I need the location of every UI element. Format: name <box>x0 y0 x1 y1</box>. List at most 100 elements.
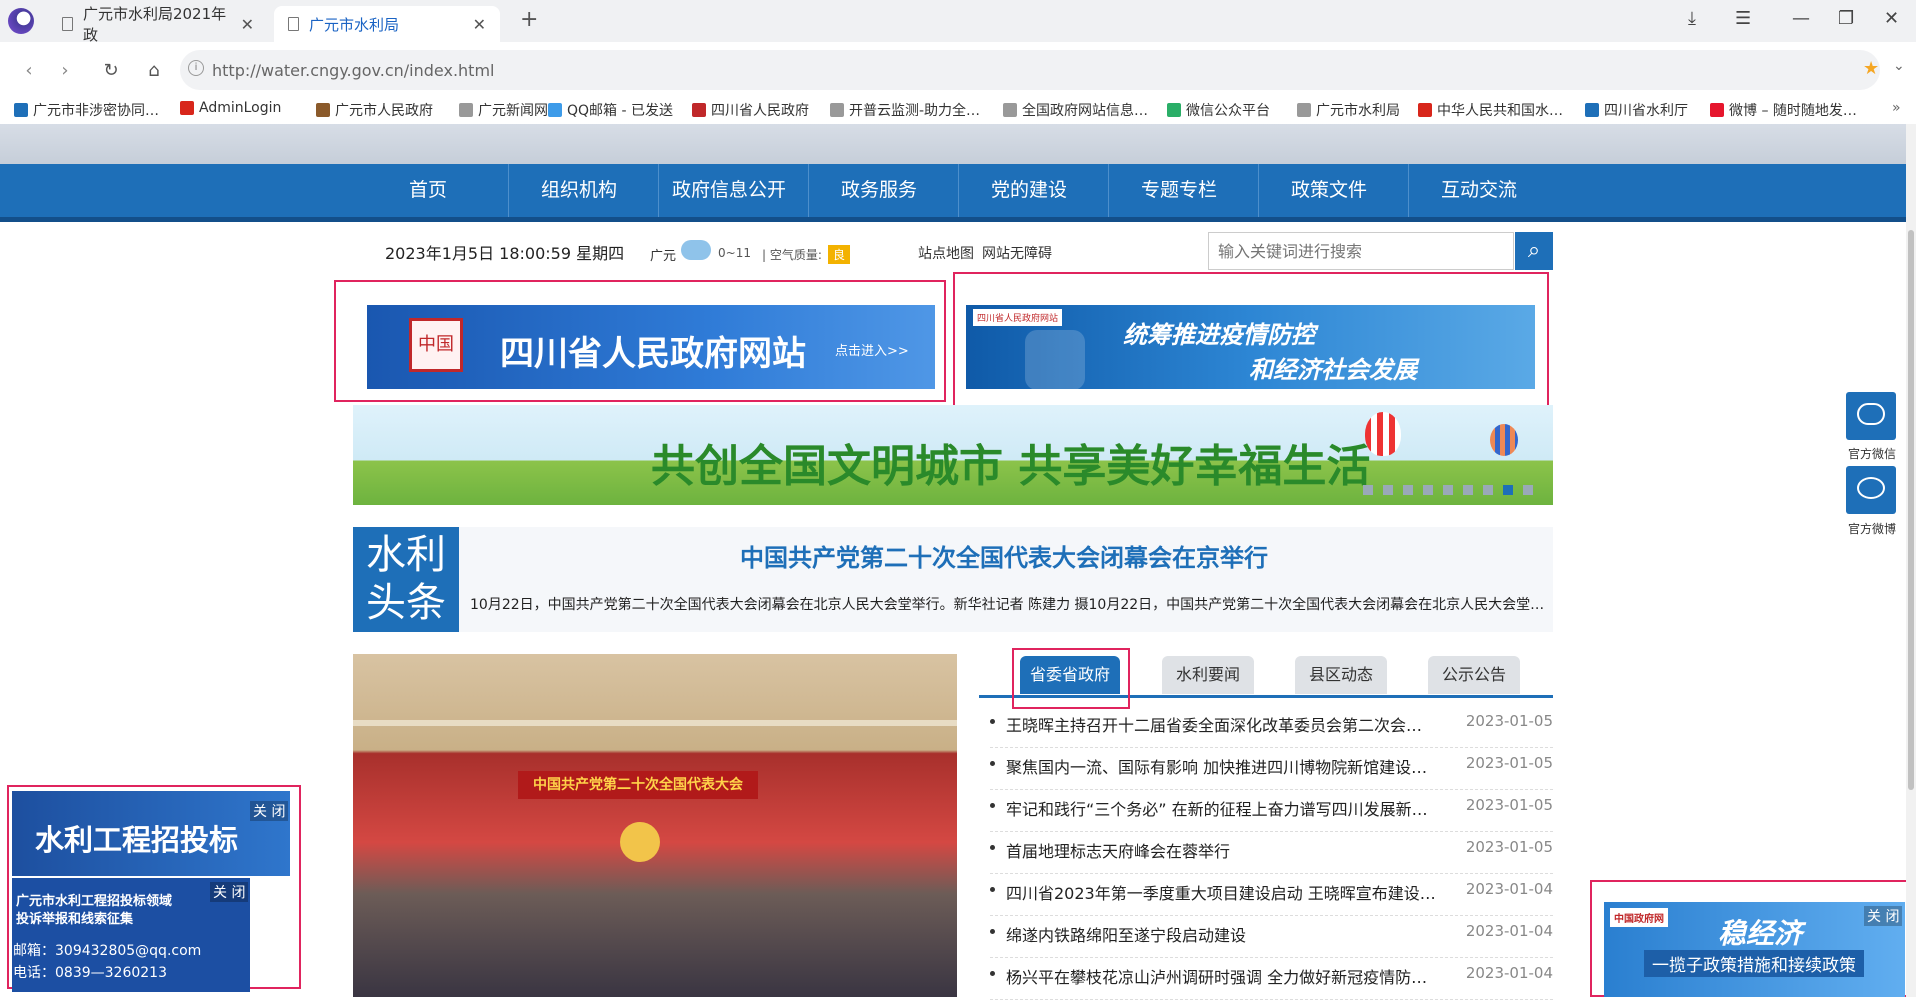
carousel-dot[interactable] <box>1523 485 1533 495</box>
menu-icon[interactable]: ☰ <box>1735 8 1751 29</box>
news-title[interactable]: 绵遂内铁路绵阳至遂宁段启动建设 <box>1006 922 1246 946</box>
news-title[interactable]: 王晓晖主持召开十二届省委全面深化改革委员会第二次会… <box>1006 712 1422 736</box>
bookmark-item[interactable]: 微博 – 随时随地发… <box>1710 100 1857 120</box>
bookmarks-more-icon[interactable]: » <box>1892 100 1901 116</box>
chevron-down-icon[interactable]: ⌄ <box>1893 58 1905 74</box>
carousel-dot[interactable] <box>1363 485 1373 495</box>
water-icon <box>1585 103 1599 117</box>
bullet-icon <box>990 845 995 850</box>
download-icon[interactable]: ⤓ <box>1688 8 1696 29</box>
news-item[interactable]: 王晓晖主持召开十二届省委全面深化改革委员会第二次会… 2023-01-05 <box>990 705 1553 748</box>
bookmark-item[interactable]: 广元市水利局 <box>1297 100 1400 120</box>
tab-label: 广元市水利局2021年政 <box>82 5 227 44</box>
close-report-panel-button[interactable]: 关 闭 <box>210 882 249 902</box>
sitemap-link[interactable]: 站点地图 <box>918 243 974 263</box>
news-title[interactable]: 杨兴平在攀枝花凉山泸州调研时强调 全力做好新冠疫情防… <box>1006 964 1427 988</box>
headline-title[interactable]: 中国共产党第二十次全国代表大会闭幕会在京举行 <box>740 538 1268 573</box>
nav-item[interactable]: 党的建设 <box>958 164 1099 217</box>
bookmark-item[interactable]: AdminLogin <box>180 100 281 116</box>
weibo-icon <box>1857 477 1885 499</box>
new-tab-button[interactable]: + <box>520 7 538 32</box>
carousel-dot[interactable] <box>1383 485 1393 495</box>
headline-badge-line1: 水利 <box>366 532 446 578</box>
emblem-icon <box>1418 103 1432 117</box>
bookmark-label: QQ邮箱 - 已发送 <box>567 103 673 119</box>
weibo-label: 官方微博 <box>1848 522 1897 536</box>
news-title[interactable]: 牢记和践行“三个务必” 在新的征程上奋力谱写四川发展新… <box>1006 796 1428 820</box>
close-stable-economy-button[interactable]: 关 闭 <box>1864 906 1903 926</box>
balloon-icon <box>1365 412 1401 456</box>
info-icon[interactable]: i <box>188 60 204 76</box>
weather-city: 广元 <box>650 249 677 264</box>
page-icon <box>830 103 844 117</box>
bookmark-item[interactable]: QQ邮箱 - 已发送 <box>548 100 673 120</box>
news-title[interactable]: 四川省2023年第一季度重大项目建设启动 王晓晖宣布建设… <box>1006 880 1436 904</box>
bookmark-label: 四川省水利厅 <box>1604 103 1688 119</box>
bookmark-label: 开普云监测-助力全… <box>849 103 981 119</box>
accessibility-link[interactable]: 网站无障碍 <box>982 243 1052 263</box>
search-button[interactable]: ⌕ <box>1515 232 1553 270</box>
nav-item[interactable]: 政府信息公开 <box>658 164 799 217</box>
search-input[interactable] <box>1208 232 1514 270</box>
wechat-button[interactable] <box>1846 392 1896 440</box>
bookmark-item[interactable]: 全国政府网站信息… <box>1003 100 1148 120</box>
nav-item[interactable]: 政策文件 <box>1258 164 1399 217</box>
sc-gov-enter-link[interactable]: 点击进入>> <box>835 340 909 359</box>
close-bidding-banner-button[interactable]: 关 闭 <box>250 801 289 821</box>
bookmark-item[interactable]: 广元新闻网 <box>459 100 548 120</box>
bookmark-label: AdminLogin <box>199 100 282 116</box>
nav-item[interactable]: 首页 <box>358 164 498 217</box>
carousel-dot[interactable] <box>1443 485 1453 495</box>
party-emblem-icon <box>620 822 660 862</box>
nav-item[interactable]: 专题专栏 <box>1108 164 1249 217</box>
news-item[interactable]: 绵遂内铁路绵阳至遂宁段启动建设 2023-01-04 <box>990 915 1553 958</box>
news-photo[interactable] <box>353 654 957 997</box>
scrollbar-thumb[interactable] <box>1908 230 1914 790</box>
news-date: 2023-01-05 <box>1465 796 1553 814</box>
back-icon[interactable]: ‹ <box>14 56 44 86</box>
tab-county-news[interactable]: 县区动态 <box>1295 656 1387 694</box>
bookmark-item[interactable]: 微信公众平台 <box>1167 100 1270 120</box>
bookmark-item[interactable]: 中华人民共和国水… <box>1418 100 1563 120</box>
star-icon[interactable]: ★ <box>1863 58 1879 79</box>
reload-icon[interactable]: ↻ <box>96 56 126 86</box>
photo-caption-banner: 中国共产党第二十次全国代表大会 <box>518 771 758 799</box>
news-title[interactable]: 聚焦国内一流、国际有影响 加快推进四川博物院新馆建设… <box>1006 754 1427 778</box>
tab-active[interactable]: 广元市水利局 ✕ <box>274 6 500 42</box>
restore-icon[interactable]: ❐ <box>1838 8 1854 29</box>
carousel-dot[interactable] <box>1423 485 1433 495</box>
home-icon[interactable]: ⌂ <box>139 56 169 86</box>
tab-announcements[interactable]: 公示公告 <box>1428 656 1520 694</box>
carousel-dot[interactable] <box>1403 485 1413 495</box>
close-window-icon[interactable]: ✕ <box>1884 8 1899 29</box>
close-tab-icon[interactable]: ✕ <box>241 15 254 34</box>
weibo-icon <box>1710 103 1724 117</box>
news-item[interactable]: 杨兴平在攀枝花凉山泸州调研时强调 全力做好新冠疫情防… 2023-01-04 <box>990 957 1553 1000</box>
news-title[interactable]: 首届地理标志天府峰会在蓉举行 <box>1006 838 1230 862</box>
tab-water-news[interactable]: 水利要闻 <box>1162 656 1254 694</box>
news-item[interactable]: 首届地理标志天府峰会在蓉举行 2023-01-05 <box>990 831 1553 874</box>
news-item[interactable]: 聚焦国内一流、国际有影响 加快推进四川博物院新馆建设… 2023-01-05 <box>990 747 1553 790</box>
bookmark-label: 广元市非涉密协同… <box>33 103 159 119</box>
nav-item[interactable]: 互动交流 <box>1408 164 1549 217</box>
bookmark-item[interactable]: 广元市非涉密协同… <box>14 100 159 120</box>
news-item[interactable]: 牢记和践行“三个务必” 在新的征程上奋力谱写四川发展新… 2023-01-05 <box>990 789 1553 832</box>
news-item[interactable]: 四川省2023年第一季度重大项目建设启动 王晓晖宣布建设… 2023-01-04 <box>990 873 1553 916</box>
bookmark-item[interactable]: 四川省人民政府 <box>692 100 809 120</box>
weibo-button[interactable] <box>1846 466 1896 514</box>
nav-item[interactable]: 组织机构 <box>508 164 649 217</box>
tab-inactive[interactable]: 广元市水利局2021年政 ✕ <box>48 5 268 44</box>
forward-icon[interactable]: › <box>50 56 80 86</box>
bookmark-item[interactable]: 广元市人民政府 <box>316 100 433 120</box>
carousel-dot[interactable] <box>1463 485 1473 495</box>
close-tab-icon[interactable]: ✕ <box>473 15 486 34</box>
bookmark-item[interactable]: 开普云监测-助力全… <box>830 100 980 120</box>
carousel-dot[interactable] <box>1503 485 1513 495</box>
carousel-dot[interactable] <box>1483 485 1493 495</box>
nav-item[interactable]: 政务服务 <box>808 164 949 217</box>
flag-icon <box>316 103 330 117</box>
photo-ceiling <box>353 720 957 726</box>
browser-logo-icon[interactable] <box>8 8 34 34</box>
bookmark-item[interactable]: 四川省水利厅 <box>1585 100 1688 120</box>
minimize-icon[interactable]: — <box>1792 8 1810 29</box>
